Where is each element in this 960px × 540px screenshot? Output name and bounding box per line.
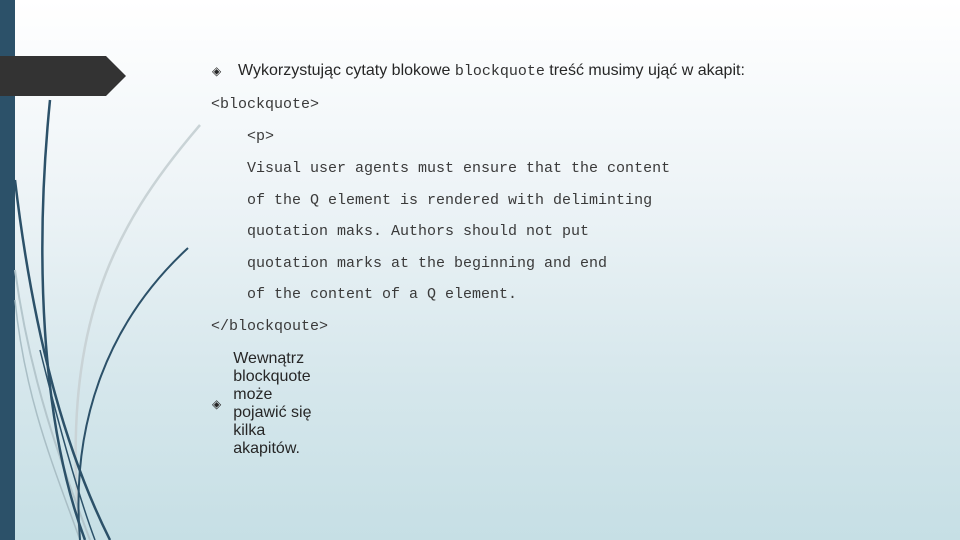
bullet-1-text-before: Wykorzystując cytaty blokowe [238, 62, 455, 79]
code-close-tag: </blockqoute> [211, 318, 329, 335]
curve-dark-3 [77, 247, 189, 540]
curve-dark-2 [13, 179, 112, 540]
bullet-1: ◈ Wykorzystując cytaty blokowe blockquot… [212, 62, 745, 80]
code-line-1: Visual user agents must ensure that the … [247, 160, 671, 177]
title-arrow-tab [0, 56, 126, 96]
code-open-tag: <blockquote> [211, 96, 320, 113]
code-line-2: of the Q element is rendered with delimi… [247, 192, 653, 209]
curve-light-1 [74, 124, 201, 540]
bullet-1-code: blockquote [454, 62, 545, 80]
bullet-2-text: Wewnątrz blockquote może pojawić się kil… [233, 350, 312, 457]
diamond-bullet-icon: ◈ [212, 397, 222, 411]
code-line-3: quotation maks. Authors should not put [247, 223, 590, 240]
bullet-2: ◈ Wewnątrz blockquote może pojawić się k… [212, 350, 315, 458]
diamond-bullet-icon: ◈ [212, 64, 222, 78]
code-line-5: of the content of a Q element. [247, 286, 518, 303]
bullet-1-text-after: treść musimy ująć w akapit: [544, 62, 745, 79]
code-line-4: quotation marks at the beginning and end [247, 255, 608, 272]
code-p-tag: <p> [247, 128, 275, 145]
